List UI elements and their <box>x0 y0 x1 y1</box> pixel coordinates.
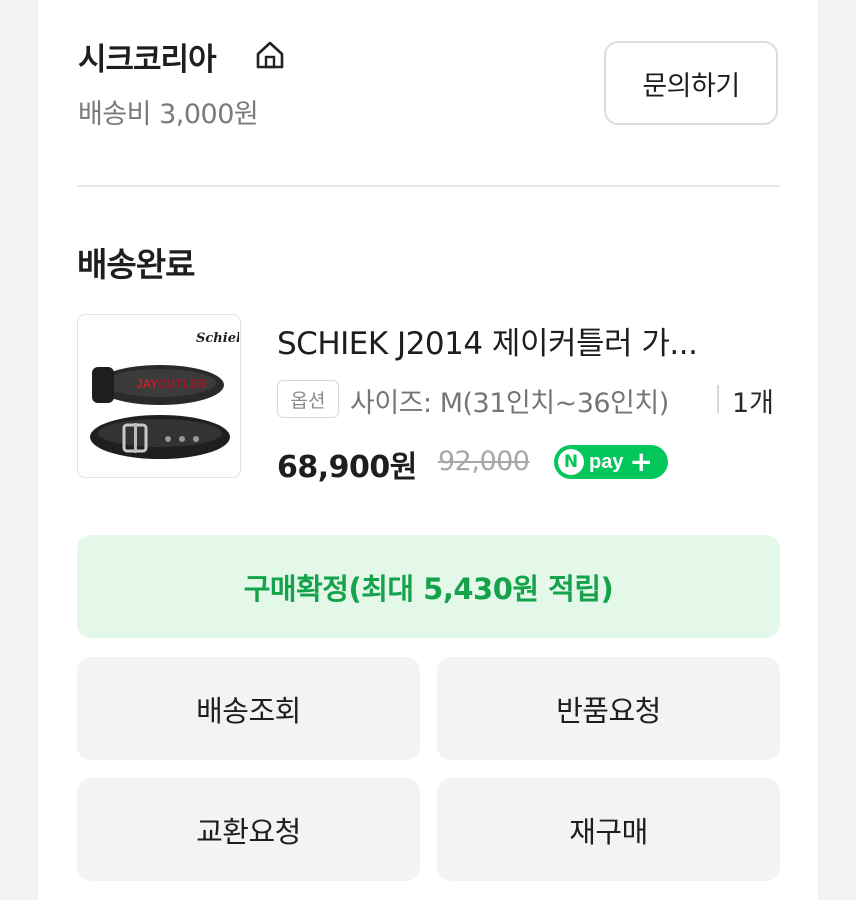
brand-mark: Schiek <box>196 331 239 346</box>
shipping-fee: 배송비 3,000원 <box>78 99 259 130</box>
plus-icon: + <box>629 445 653 478</box>
product-belt-image: Schiek JAY CUTLER <box>90 331 240 459</box>
order-status: 배송완료 <box>77 245 195 284</box>
quantity: 1개 <box>732 388 775 419</box>
store-name[interactable]: 시크코리아 <box>78 34 217 79</box>
inquiry-button[interactable]: 문의하기 <box>604 41 778 125</box>
npay-text: pay <box>589 450 624 473</box>
product-thumbnail[interactable]: Schiek JAY CUTLER <box>77 314 241 478</box>
sale-price: 68,900원 <box>277 450 417 485</box>
svg-text:CUTLER: CUTLER <box>158 377 207 391</box>
return-request-button[interactable]: 반품요청 <box>437 657 780 760</box>
option-separator <box>717 385 719 413</box>
original-price: 92,000 <box>438 446 530 477</box>
confirm-purchase-button[interactable]: 구매확정(최대 5,430원 적립) <box>77 535 780 638</box>
product-name[interactable]: SCHIEK J2014 제이커틀러 가... <box>277 318 698 363</box>
exchange-request-button[interactable]: 교환요청 <box>77 778 420 881</box>
npay-n-icon: N <box>558 449 584 475</box>
repurchase-button[interactable]: 재구매 <box>437 778 780 881</box>
track-delivery-button[interactable]: 배송조회 <box>77 657 420 760</box>
option-text: 사이즈: M(31인치~36인치) <box>350 388 669 419</box>
option-badge: 옵션 <box>277 380 339 418</box>
svg-text:JAY: JAY <box>136 377 158 391</box>
home-icon[interactable] <box>253 38 287 72</box>
npay-plus-badge: N pay + <box>554 445 668 479</box>
divider <box>77 185 780 187</box>
